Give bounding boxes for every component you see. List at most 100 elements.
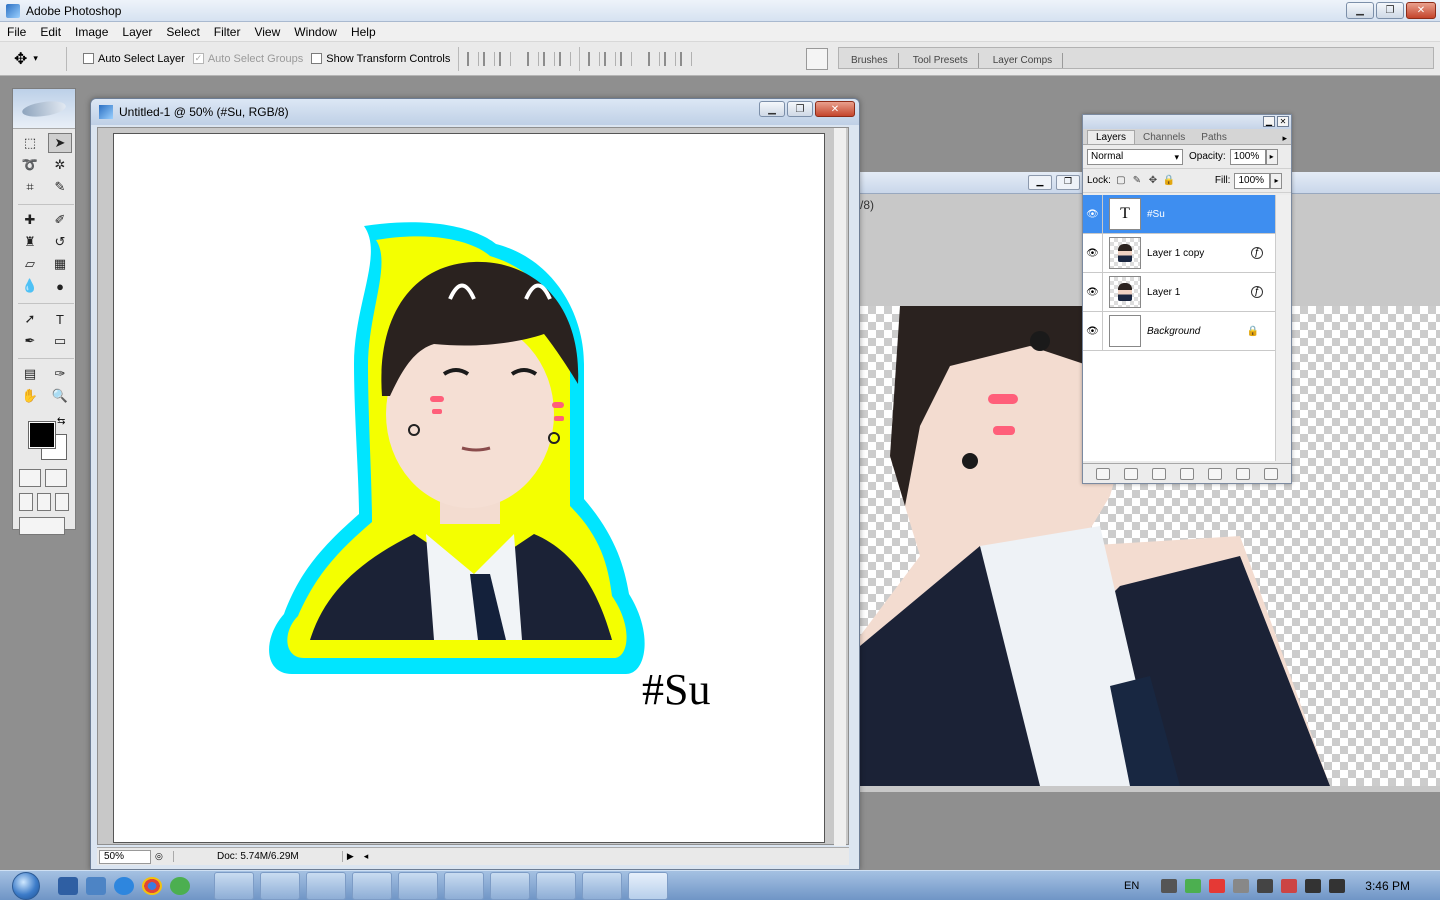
close-icon[interactable]: ✕ bbox=[1277, 116, 1289, 127]
pen-tool-icon[interactable]: ✒ bbox=[18, 331, 42, 351]
layers-panel-titlebar[interactable]: ▁ ✕ bbox=[1083, 115, 1291, 129]
antivirus-icon[interactable] bbox=[1209, 879, 1226, 893]
layer-row-layer-1[interactable]: 👁 Layer 1 ƒ bbox=[1083, 272, 1275, 312]
quick-mask-mode-icon[interactable] bbox=[45, 469, 67, 487]
taskbar-internet-explorer[interactable] bbox=[214, 871, 254, 900]
chrome-icon[interactable] bbox=[142, 876, 162, 895]
standard-mode-icon[interactable] bbox=[19, 469, 41, 487]
lock-all-icon[interactable]: 🔒 bbox=[1163, 175, 1175, 187]
screen-mode-full-icon[interactable] bbox=[55, 493, 69, 511]
menu-layer[interactable]: Layer bbox=[115, 25, 159, 39]
tray-settings-icon[interactable] bbox=[1233, 879, 1250, 893]
new-layer-icon[interactable] bbox=[1236, 467, 1250, 480]
palette-well-icon[interactable] bbox=[806, 48, 828, 70]
taskbar-explorer[interactable] bbox=[260, 871, 300, 900]
tab-layer-comps[interactable]: Layer Comps bbox=[981, 53, 1064, 68]
new-group-icon[interactable] bbox=[1208, 467, 1222, 480]
minimize-button[interactable]: ▁ bbox=[1028, 175, 1052, 190]
align-top-icon[interactable] bbox=[467, 51, 480, 66]
layer-row-layer-1-copy[interactable]: 👁 Layer 1 copy ƒ bbox=[1083, 233, 1275, 273]
su-text-layer[interactable]: #Su bbox=[642, 664, 710, 715]
gradient-tool-icon[interactable]: ▦ bbox=[48, 254, 72, 274]
vertical-scrollbar[interactable] bbox=[834, 128, 846, 846]
taskbar-chrome[interactable] bbox=[352, 871, 392, 900]
layer-row-background[interactable]: 👁 Background 🔒 bbox=[1083, 311, 1275, 351]
auto-select-layer-checkbox[interactable]: Auto Select Layer bbox=[83, 53, 185, 65]
crop-tool-icon[interactable]: ⌗ bbox=[18, 177, 42, 197]
align-right-icon[interactable] bbox=[559, 51, 572, 66]
lock-position-icon[interactable]: ✥ bbox=[1147, 175, 1159, 187]
close-button[interactable]: ✕ bbox=[1406, 2, 1436, 19]
menu-window[interactable]: Window bbox=[287, 25, 344, 39]
lock-image-icon[interactable]: ✎ bbox=[1131, 175, 1143, 187]
distribute-vcenter-icon[interactable] bbox=[604, 51, 617, 66]
start-button[interactable] bbox=[6, 871, 46, 900]
minimize-button[interactable]: ▁ bbox=[759, 101, 785, 117]
eye-icon[interactable]: 👁 bbox=[1083, 311, 1103, 351]
scroll-left-icon[interactable]: ◂ bbox=[364, 851, 369, 862]
trash-icon[interactable] bbox=[1264, 467, 1278, 480]
clone-stamp-tool-icon[interactable]: ♜ bbox=[18, 232, 42, 252]
taskbar-tool[interactable] bbox=[582, 871, 622, 900]
eyedropper-tool-icon[interactable]: ✑ bbox=[48, 364, 72, 384]
opacity-slider-button[interactable]: ▸ bbox=[1265, 148, 1278, 165]
menu-help[interactable]: Help bbox=[344, 25, 383, 39]
computer-icon[interactable] bbox=[86, 876, 106, 895]
swap-colors-icon[interactable]: ⇆ bbox=[57, 416, 65, 427]
hand-tool-icon[interactable]: ✋ bbox=[18, 386, 42, 406]
taskbar-photoshop[interactable] bbox=[628, 871, 668, 900]
distribute-bottom-icon[interactable] bbox=[620, 51, 633, 66]
auto-select-groups-checkbox[interactable]: ✓ Auto Select Groups bbox=[192, 53, 303, 65]
taskbar-skype[interactable] bbox=[444, 871, 484, 900]
path-selection-tool-icon[interactable]: ➚ bbox=[18, 309, 42, 329]
type-tool-icon[interactable]: T bbox=[48, 309, 72, 329]
fill-slider-button[interactable]: ▸ bbox=[1270, 172, 1283, 189]
marquee-tool-icon[interactable]: ⬚ bbox=[18, 133, 42, 153]
new-adjustment-layer-icon[interactable] bbox=[1180, 467, 1194, 480]
distribute-right-icon[interactable] bbox=[680, 51, 693, 66]
tab-tool-presets[interactable]: Tool Presets bbox=[901, 53, 979, 68]
tab-brushes[interactable]: Brushes bbox=[839, 53, 899, 68]
jump-to-imageready-icon[interactable] bbox=[19, 517, 65, 535]
show-desktop-icon[interactable] bbox=[58, 876, 78, 895]
history-brush-tool-icon[interactable]: ↺ bbox=[48, 232, 72, 252]
eye-icon[interactable]: 👁 bbox=[1083, 233, 1103, 273]
move-tool-icon[interactable]: ➤ bbox=[48, 133, 72, 153]
restore-button[interactable]: ❐ bbox=[1376, 2, 1404, 19]
monitor-icon[interactable] bbox=[1305, 879, 1322, 893]
panel-menu-icon[interactable]: ▸ bbox=[1282, 133, 1287, 144]
tab-channels[interactable]: Channels bbox=[1135, 131, 1193, 144]
distribute-top-icon[interactable] bbox=[588, 51, 601, 66]
distribute-hcenter-icon[interactable] bbox=[664, 51, 677, 66]
layer-effects-icon[interactable]: ƒ bbox=[1251, 247, 1263, 259]
taskbar-utorrent[interactable] bbox=[398, 871, 438, 900]
lasso-tool-icon[interactable]: ➰ bbox=[18, 155, 42, 175]
shape-tool-icon[interactable]: ▭ bbox=[48, 331, 72, 351]
show-transform-controls-checkbox[interactable]: Show Transform Controls bbox=[311, 53, 450, 65]
link-layers-icon[interactable] bbox=[1096, 467, 1110, 480]
language-indicator[interactable]: EN bbox=[1124, 880, 1139, 892]
toolbox-header[interactable] bbox=[13, 89, 75, 129]
align-hcenter-icon[interactable] bbox=[543, 51, 556, 66]
eraser-tool-icon[interactable]: ▱ bbox=[18, 254, 42, 274]
tab-paths[interactable]: Paths bbox=[1193, 131, 1235, 144]
lock-transparency-icon[interactable]: ▢ bbox=[1115, 175, 1127, 187]
align-left-icon[interactable] bbox=[527, 51, 540, 66]
tray-app-icon[interactable] bbox=[1185, 879, 1202, 893]
screen-mode-full-menu-icon[interactable] bbox=[37, 493, 51, 511]
menu-select[interactable]: Select bbox=[159, 25, 206, 39]
healing-brush-tool-icon[interactable]: ✚ bbox=[18, 210, 42, 230]
tray-tool-icon[interactable] bbox=[1257, 879, 1274, 893]
eye-icon[interactable]: 👁 bbox=[1083, 272, 1103, 312]
document-titlebar[interactable]: Untitled-1 @ 50% (#Su, RGB/8) bbox=[91, 99, 859, 125]
magic-wand-tool-icon[interactable]: ✲ bbox=[48, 155, 72, 175]
blend-mode-select[interactable]: Normal bbox=[1087, 148, 1183, 165]
dodge-tool-icon[interactable]: ● bbox=[48, 276, 72, 296]
foreground-color-swatch[interactable] bbox=[28, 421, 56, 449]
zoom-tool-icon[interactable]: 🔍 bbox=[48, 386, 72, 406]
restore-button[interactable]: ❐ bbox=[1056, 175, 1080, 190]
minimize-button[interactable]: ▁ bbox=[1263, 116, 1275, 127]
notes-tool-icon[interactable]: ▤ bbox=[18, 364, 42, 384]
align-bottom-icon[interactable] bbox=[499, 51, 512, 66]
add-layer-style-icon[interactable] bbox=[1124, 467, 1138, 480]
